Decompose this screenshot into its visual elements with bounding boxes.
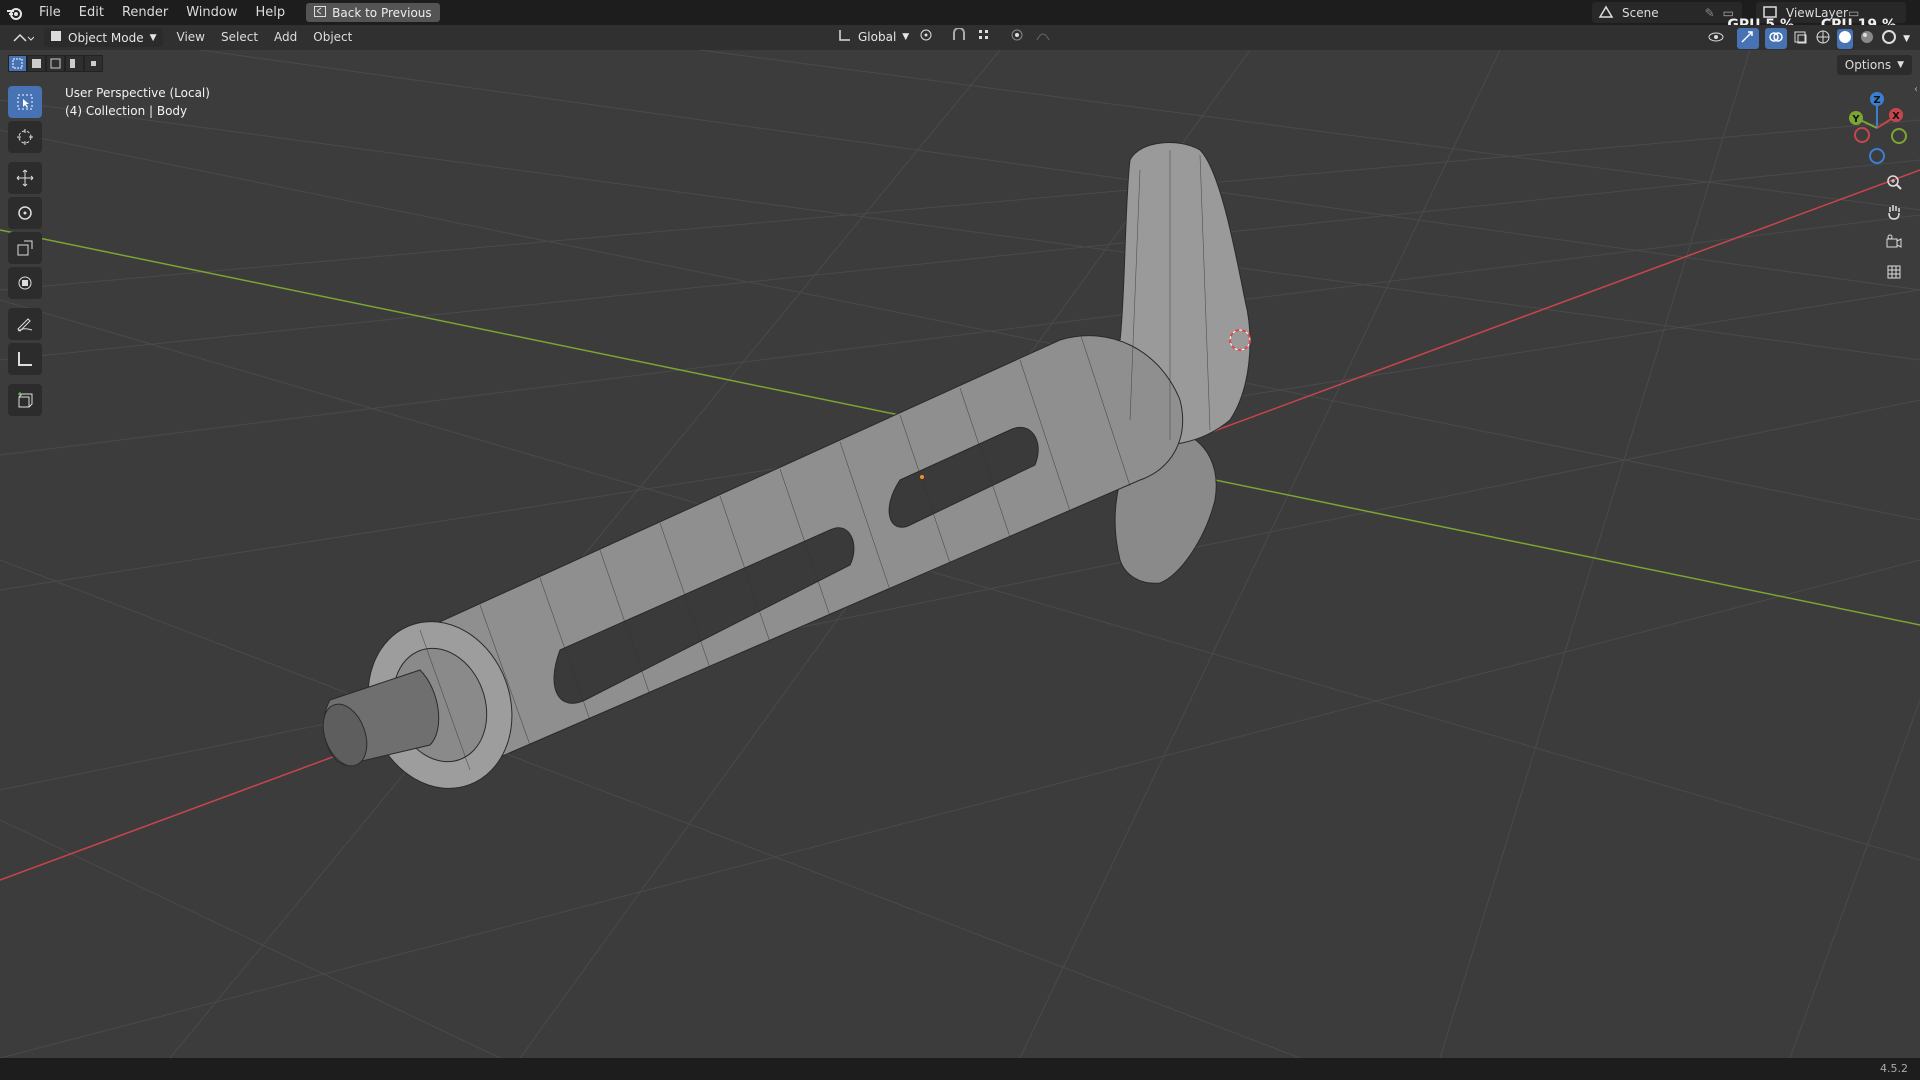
snap-target-icon[interactable] — [977, 28, 999, 45]
object-mode-icon — [50, 30, 62, 45]
measure-tool[interactable] — [8, 343, 42, 375]
object-origin — [920, 475, 924, 479]
object-mode-dropdown[interactable]: Object Mode ▼ — [44, 28, 163, 47]
menu-object[interactable]: Object — [305, 28, 360, 47]
scene-name: Scene — [1622, 5, 1659, 20]
menu-add[interactable]: Add — [266, 28, 305, 47]
rotate-tool[interactable] — [8, 197, 42, 229]
proportional-edit-icon[interactable] — [1009, 28, 1025, 45]
navigation-gizmo[interactable]: Z X Y — [1842, 88, 1912, 168]
chevron-down-icon: ▼ — [1897, 60, 1904, 70]
top-menu-bar: File Edit Render Window Help Back to Pre… — [0, 0, 1920, 33]
chevron-down-icon[interactable]: ▼ — [1903, 34, 1910, 44]
visibility-icon[interactable] — [1707, 29, 1731, 48]
orientation-dropdown[interactable]: Global ▼ — [838, 28, 909, 45]
gizmo-y-label: Y — [1851, 114, 1860, 125]
gizmo-neg-x — [1854, 127, 1870, 143]
add-cube-tool[interactable] — [8, 384, 42, 416]
select-invert-button[interactable] — [65, 55, 84, 72]
select-extend-button[interactable] — [27, 55, 46, 72]
transform-tools: Global ▼ — [838, 27, 1057, 45]
gizmo-z-label: Z — [1873, 95, 1880, 106]
menu-window[interactable]: Window — [177, 0, 246, 25]
scene-icon — [1598, 5, 1614, 22]
menu-select[interactable]: Select — [213, 28, 266, 47]
falloff-icon[interactable] — [1035, 28, 1057, 45]
scale-tool[interactable] — [8, 232, 42, 264]
pivot-icon[interactable] — [919, 28, 941, 45]
viewport-collection-label: (4) Collection | Body — [65, 104, 188, 118]
zoom-icon[interactable] — [1880, 168, 1908, 196]
menu-file[interactable]: File — [30, 0, 70, 25]
editor-type-icon[interactable] — [8, 28, 38, 47]
options-dropdown[interactable]: Options ▼ — [1836, 55, 1912, 75]
select-box-tool[interactable] — [8, 86, 42, 118]
wireframe-shading-icon[interactable] — [1815, 29, 1831, 49]
select-new-button[interactable] — [8, 55, 27, 72]
body-mesh — [322, 142, 1251, 789]
pan-hand-icon[interactable] — [1880, 198, 1908, 226]
rendered-shading-icon[interactable] — [1881, 29, 1897, 49]
overlays-toggle-icon[interactable] — [1765, 28, 1788, 49]
gizmo-x-label: X — [1892, 111, 1900, 122]
3d-viewport[interactable]: User Perspective (Local) (4) Collection … — [0, 50, 1920, 1058]
options-label: Options — [1844, 58, 1892, 72]
cursor-tool[interactable] — [8, 121, 42, 153]
select-intersect-button[interactable] — [84, 55, 103, 72]
selection-mode-group — [8, 55, 103, 72]
gizmo-toggle-icon[interactable] — [1737, 28, 1760, 49]
back-icon — [314, 5, 327, 20]
viewport-perspective-label: User Perspective (Local) — [65, 86, 210, 100]
back-button-label: Back to Previous — [332, 5, 432, 20]
transform-tool[interactable] — [8, 267, 42, 299]
material-shading-icon[interactable] — [1859, 29, 1875, 49]
orientation-label: Global — [858, 29, 897, 44]
version-label: 4.5.2 — [1880, 1062, 1908, 1075]
object-mode-label: Object Mode — [68, 30, 144, 45]
viewport-shading-tools: ▼ — [1707, 28, 1910, 49]
gizmo-neg-y — [1891, 128, 1907, 144]
tool-shelf — [8, 86, 44, 419]
menu-edit[interactable]: Edit — [70, 0, 113, 25]
sidebar-toggle-icon[interactable]: ‹ — [1914, 84, 1918, 95]
solid-shading-icon[interactable] — [1837, 28, 1854, 49]
snap-icon[interactable] — [951, 27, 967, 45]
move-tool[interactable] — [8, 162, 42, 194]
xray-toggle-icon[interactable] — [1793, 29, 1809, 48]
ortho-grid-icon[interactable] — [1880, 258, 1908, 286]
status-bar: 4.5.2 — [0, 1058, 1920, 1080]
orientation-icon — [838, 28, 852, 45]
select-subtract-button[interactable] — [46, 55, 65, 72]
pin-icon[interactable]: ✎ — [1705, 6, 1715, 20]
menu-help[interactable]: Help — [247, 0, 295, 25]
annotate-tool[interactable] — [8, 308, 42, 340]
chevron-down-icon: ▼ — [902, 31, 910, 42]
menu-view[interactable]: View — [169, 28, 213, 47]
chevron-down-icon: ▼ — [149, 32, 157, 43]
blender-logo-icon[interactable] — [0, 0, 30, 25]
menu-render[interactable]: Render — [113, 0, 177, 25]
scene-selector[interactable]: Scene ✎ ▭ — [1592, 2, 1742, 23]
gizmo-neg-z — [1869, 148, 1885, 164]
camera-view-icon[interactable] — [1880, 228, 1908, 256]
back-to-previous-button[interactable]: Back to Previous — [306, 3, 440, 22]
viewport-canvas — [0, 50, 1920, 1058]
